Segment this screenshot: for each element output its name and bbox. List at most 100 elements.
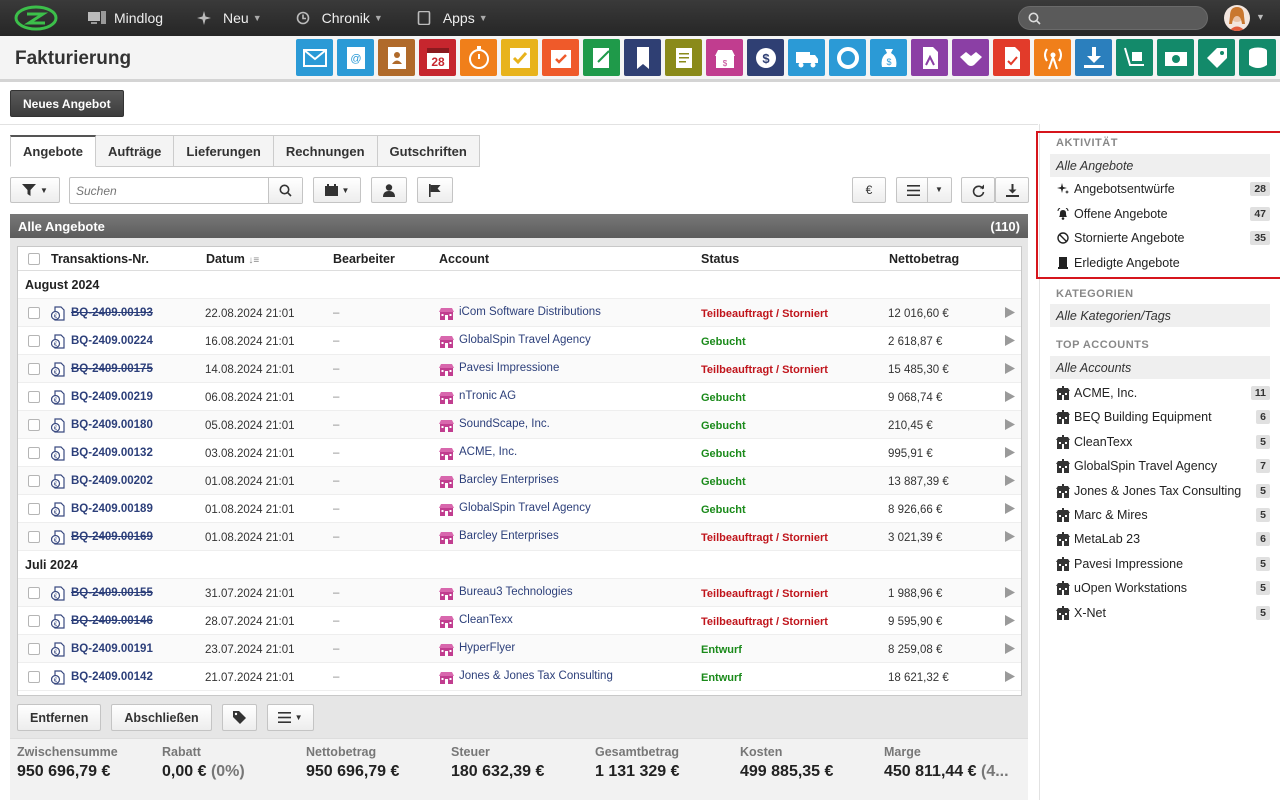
column-header-status[interactable]: Status [701, 252, 739, 266]
tab-rechnungen[interactable]: Rechnungen [273, 135, 378, 167]
table-row[interactable]: € BQ-2409.00202 01.08.2024 21:01 – Barcley E… [18, 467, 1021, 495]
calendar-app-button[interactable]: 28 [419, 39, 456, 76]
global-search-input[interactable] [1018, 6, 1208, 30]
support-app-button[interactable] [829, 39, 866, 76]
complete-button[interactable]: Abschließen [111, 704, 212, 731]
more-actions-button[interactable]: ▼ [266, 704, 314, 731]
column-header-editor[interactable]: Bearbeiter [333, 252, 395, 266]
user-avatar[interactable] [1224, 5, 1250, 31]
account-link[interactable]: ACME, Inc. [459, 446, 517, 458]
tab-auftraege[interactable]: Aufträge [95, 135, 175, 167]
row-checkbox[interactable] [28, 307, 40, 319]
app-logo-icon[interactable] [14, 5, 58, 31]
transaction-number-link[interactable]: BQ-2409.00219 [71, 391, 153, 403]
row-checkbox[interactable] [28, 447, 40, 459]
table-row[interactable]: € BQ-2409.00132 03.08.2024 21:01 – ACME, Inc… [18, 439, 1021, 467]
chevron-down-icon[interactable]: ▼ [1256, 12, 1265, 22]
contacts-app-button[interactable] [378, 39, 415, 76]
cashbook-app-button[interactable] [1157, 39, 1194, 76]
transaction-number-link[interactable]: BQ-2409.00202 [71, 475, 153, 487]
sidebar-item-account[interactable]: Jones & Jones Tax Consulting 5 [1056, 480, 1270, 502]
table-row[interactable]: € BQ-2409.00146 28.07.2024 21:01 – CleanTexx… [18, 607, 1021, 635]
select-all-checkbox[interactable] [28, 253, 40, 265]
shop-app-button[interactable]: $ [706, 39, 743, 76]
row-checkbox[interactable] [28, 671, 40, 683]
documents-app-button[interactable] [665, 39, 702, 76]
row-action-arrow-icon[interactable] [1005, 391, 1015, 405]
row-action-arrow-icon[interactable] [1005, 503, 1015, 517]
refresh-button[interactable] [961, 177, 995, 203]
account-link[interactable]: CleanTexx [459, 614, 513, 626]
row-action-arrow-icon[interactable] [1005, 615, 1015, 629]
tab-lieferungen[interactable]: Lieferungen [174, 135, 274, 167]
row-action-arrow-icon[interactable] [1005, 475, 1015, 489]
transaction-number-link[interactable]: BQ-2409.00146 [71, 615, 153, 627]
flag-filter-button[interactable] [417, 177, 453, 203]
row-action-arrow-icon[interactable] [1005, 419, 1015, 433]
nav-item-neu[interactable]: Neu ▼ [197, 10, 262, 26]
nav-item-apps[interactable]: Apps ▼ [417, 10, 488, 26]
finance-app-button[interactable]: $ [870, 39, 907, 76]
column-header-nr[interactable]: Transaktions-Nr. [51, 252, 149, 266]
table-row[interactable]: € BQ-2409.00169 01.08.2024 21:01 – Barcley E… [18, 523, 1021, 551]
table-row[interactable]: € BQ-2409.00155 31.07.2024 21:01 – Bureau3 T… [18, 579, 1021, 607]
transaction-number-link[interactable]: BQ-2409.00180 [71, 419, 153, 431]
nav-item-chronik[interactable]: Chronik ▼ [296, 10, 383, 26]
date-filter-button[interactable]: ▼ [313, 177, 361, 203]
contracts-app-button[interactable] [911, 39, 948, 76]
row-action-arrow-icon[interactable] [1005, 531, 1015, 545]
sidebar-item-account[interactable]: uOpen Workstations 5 [1056, 577, 1270, 599]
table-row[interactable]: € BQ-2409.00224 16.08.2024 21:01 – GlobalSpi… [18, 327, 1021, 355]
tasks-app-button[interactable] [501, 39, 538, 76]
account-link[interactable]: Bureau3 Technologies [459, 586, 573, 598]
column-header-account[interactable]: Account [439, 252, 489, 266]
row-checkbox[interactable] [28, 475, 40, 487]
account-link[interactable]: GlobalSpin Travel Agency [459, 502, 591, 514]
row-checkbox[interactable] [28, 643, 40, 655]
database-app-button[interactable] [1239, 39, 1276, 76]
transaction-number-link[interactable]: BQ-2409.00132 [71, 447, 153, 459]
new-offer-button[interactable]: Neues Angebot [10, 90, 124, 117]
row-checkbox[interactable] [28, 391, 40, 403]
sidebar-item-account[interactable]: GlobalSpin Travel Agency 7 [1056, 455, 1270, 477]
row-checkbox[interactable] [28, 531, 40, 543]
row-action-arrow-icon[interactable] [1005, 587, 1015, 601]
broadcast-app-button[interactable] [1034, 39, 1071, 76]
transaction-number-link[interactable]: BQ-2409.00169 [71, 531, 153, 543]
transaction-number-link[interactable]: BQ-2409.00224 [71, 335, 153, 347]
account-link[interactable]: SoundScape, Inc. [459, 418, 550, 430]
account-link[interactable]: Barcley Enterprises [459, 474, 559, 486]
row-checkbox[interactable] [28, 587, 40, 599]
row-action-arrow-icon[interactable] [1005, 307, 1015, 321]
transaction-number-link[interactable]: BQ-2409.00175 [71, 363, 153, 375]
table-row[interactable]: € BQ-2409.00180 05.08.2024 21:01 – SoundScap… [18, 411, 1021, 439]
deals-app-button[interactable] [952, 39, 989, 76]
transaction-number-link[interactable]: BQ-2409.00193 [71, 307, 153, 319]
view-options-button[interactable]: ▼ [896, 177, 952, 203]
account-link[interactable]: HyperFlyer [459, 642, 515, 654]
price-tag-app-button[interactable] [1198, 39, 1235, 76]
sidebar-item-account[interactable]: BEQ Building Equipment 6 [1056, 406, 1270, 428]
row-checkbox[interactable] [28, 503, 40, 515]
account-link[interactable]: Pavesi Impressione [459, 362, 559, 374]
tab-angebote[interactable]: Angebote [10, 135, 96, 167]
table-row[interactable]: € BQ-2409.00142 21.07.2024 21:01 – Jones & J… [18, 663, 1021, 691]
sidebar-item-account[interactable]: CleanTexx 5 [1056, 431, 1270, 453]
notes-app-button[interactable] [583, 39, 620, 76]
table-row[interactable]: € BQ-2409.00219 06.08.2024 21:01 – nTronic A… [18, 383, 1021, 411]
sidebar-item-all-accounts[interactable]: Alle Accounts [1050, 356, 1270, 379]
export-button[interactable] [995, 177, 1029, 203]
account-link[interactable]: iCom Software Distributions [459, 306, 601, 318]
account-link[interactable]: GlobalSpin Travel Agency [459, 334, 591, 346]
billing-app-button[interactable]: $ [747, 39, 784, 76]
table-row[interactable]: € BQ-2409.00193 22.08.2024 21:01 – iCom Soft… [18, 299, 1021, 327]
column-header-date[interactable]: Datum ↓≡ [206, 252, 259, 266]
row-checkbox[interactable] [28, 419, 40, 431]
nav-item-mindlog[interactable]: Mindlog [88, 10, 163, 26]
row-checkbox[interactable] [28, 615, 40, 627]
inventory-app-button[interactable] [1116, 39, 1153, 76]
search-button[interactable] [268, 178, 302, 203]
row-action-arrow-icon[interactable] [1005, 363, 1015, 377]
account-link[interactable]: nTronic AG [459, 390, 516, 402]
transaction-number-link[interactable]: BQ-2409.00155 [71, 587, 153, 599]
